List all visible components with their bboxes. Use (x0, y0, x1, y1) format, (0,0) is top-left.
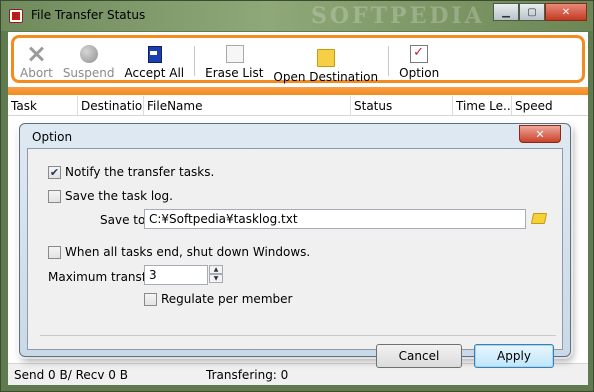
regulate-option[interactable]: Regulate per member (144, 292, 292, 306)
suspend-button[interactable]: Suspend (63, 45, 115, 80)
suspend-icon (79, 45, 98, 63)
option-button[interactable]: Option (399, 45, 439, 80)
column-destination[interactable]: Destination (78, 96, 144, 115)
watermark: SOFTPEDIA (311, 3, 485, 29)
option-label: Option (399, 66, 440, 80)
dialog-title: Option (32, 130, 73, 144)
save-log-label: Save the task log. (65, 189, 173, 203)
shutdown-label: When all tasks end, shut down Windows. (65, 245, 311, 259)
save-log-option[interactable]: Save the task log. (48, 189, 173, 203)
toolbar: Abort Suspend Accept All Erase List Open… (11, 35, 585, 84)
erase-list-icon (226, 45, 245, 63)
abort-label: Abort (20, 66, 53, 80)
notify-checkbox[interactable]: ✔ (48, 165, 61, 179)
suspend-label: Suspend (62, 66, 115, 80)
column-filename[interactable]: FileName (144, 96, 351, 115)
dialog-body: ✔ Notify the transfer tasks. Save the ta… (27, 148, 563, 368)
save-log-checkbox[interactable] (48, 189, 61, 203)
max-transfer-input[interactable]: 3 (144, 265, 208, 285)
toolbar-separator (194, 46, 196, 76)
traffic-status: Send 0 B/ Recv 0 B (14, 368, 128, 382)
erase-list-label: Erase List (205, 66, 264, 80)
chevron-up-icon[interactable]: ▲ (209, 265, 223, 274)
dialog-close-button[interactable]: ✕ (519, 125, 561, 143)
minimize-button[interactable]: ▁ (493, 3, 519, 21)
abort-icon (27, 45, 45, 63)
save-to-label: Save to: (100, 213, 150, 227)
accent-bar (8, 87, 588, 95)
column-task[interactable]: Task (8, 96, 78, 115)
toolbar-separator (388, 46, 390, 76)
accept-all-label: Accept All (124, 66, 185, 80)
open-destination-label: Open Destination (273, 70, 379, 84)
option-dialog: Option ✕ ✔ Notify the transfer tasks. Sa… (19, 123, 571, 368)
apply-button[interactable]: Apply (474, 344, 554, 368)
close-button[interactable]: ✕ (545, 3, 587, 21)
notify-option[interactable]: ✔ Notify the transfer tasks. (48, 165, 214, 179)
window-title: File Transfer Status (31, 8, 146, 22)
column-speed[interactable]: Speed (512, 96, 588, 115)
accept-all-icon (145, 45, 164, 63)
maximize-button[interactable]: ▢ (519, 3, 545, 21)
max-transfer-stepper[interactable]: ▲ ▼ (209, 265, 223, 283)
erase-list-button[interactable]: Erase List (205, 45, 263, 80)
regulate-label: Regulate per member (161, 292, 293, 306)
chevron-down-icon[interactable]: ▼ (209, 274, 223, 283)
accept-all-button[interactable]: Accept All (124, 45, 185, 80)
regulate-checkbox[interactable] (144, 292, 157, 306)
folder-icon (316, 49, 335, 67)
column-time-left[interactable]: Time Le... (453, 96, 512, 115)
option-icon (410, 45, 429, 63)
window-controls: ▁ ▢ ✕ (493, 3, 587, 21)
shutdown-checkbox[interactable] (48, 245, 61, 259)
browse-folder-icon[interactable] (530, 213, 548, 224)
shutdown-option[interactable]: When all tasks end, shut down Windows. (48, 245, 310, 259)
transfering-status: Transfering: 0 (206, 368, 289, 382)
divider (40, 335, 556, 336)
transfer-list-header: Task Destination FileName Status Time Le… (8, 96, 588, 116)
notify-label: Notify the transfer tasks. (65, 165, 215, 179)
title-bar[interactable]: File Transfer Status SOFTPEDIA ▁ ▢ ✕ (1, 1, 593, 31)
cancel-button[interactable]: Cancel (376, 344, 462, 368)
app-icon (9, 9, 23, 23)
abort-button[interactable]: Abort (20, 45, 53, 80)
column-status[interactable]: Status (351, 96, 453, 115)
save-to-input[interactable]: C:¥Softpedia¥tasklog.txt (144, 209, 526, 229)
open-destination-button[interactable]: Open Destination (273, 45, 378, 84)
